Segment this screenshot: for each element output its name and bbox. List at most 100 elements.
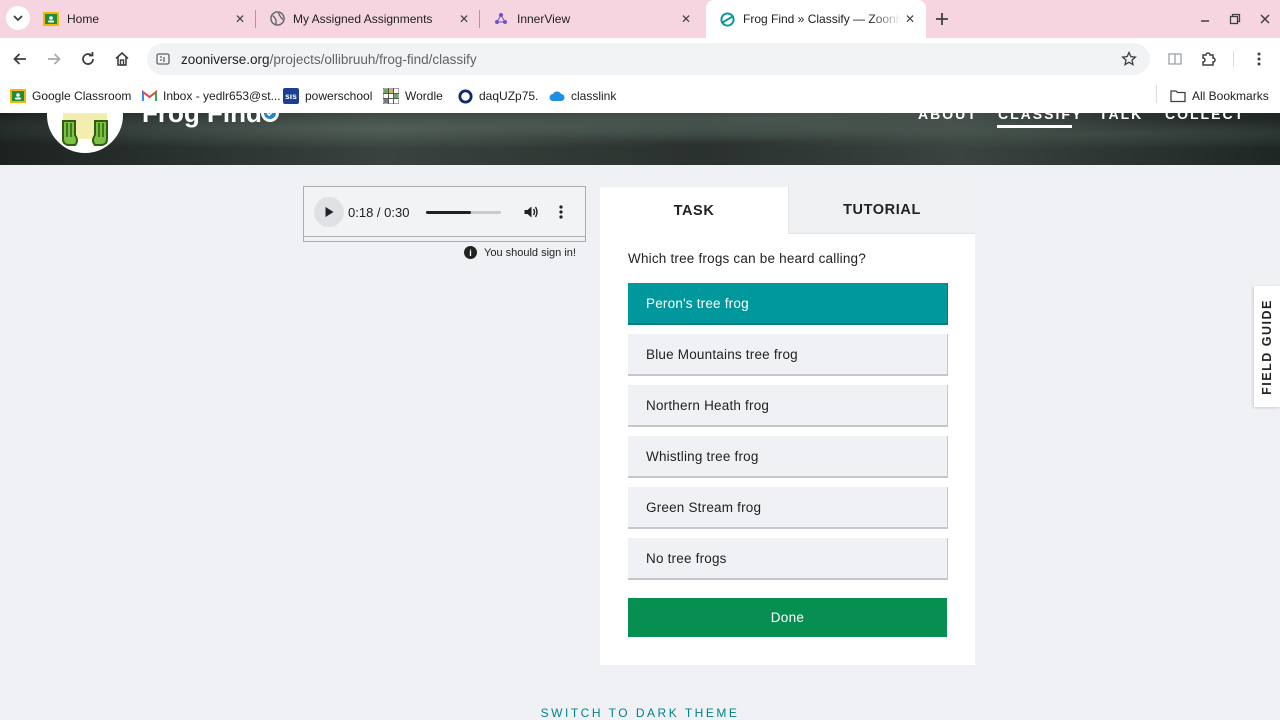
tab-strip: Home ✕ My Assigned Assignments ✕ InnerVi…	[0, 0, 1280, 38]
google-classroom-icon	[43, 11, 59, 27]
volume-icon	[524, 206, 538, 218]
answer-whistling-tree-frog[interactable]: Whistling tree frog	[628, 436, 948, 478]
puzzle-piece-icon	[1202, 52, 1216, 66]
forward-button[interactable]	[42, 47, 66, 71]
close-icon[interactable]: ✕	[678, 11, 694, 27]
url-text: zooniverse.org/projects/ollibruuh/frog-f…	[181, 52, 477, 67]
tab-tutorial[interactable]: TUTORIAL	[788, 187, 975, 234]
bookmarks-separator	[1156, 85, 1157, 103]
tab-title: My Assigned Assignments	[293, 11, 433, 26]
nav-talk[interactable]: TALK	[1099, 113, 1143, 122]
home-button[interactable]	[110, 47, 134, 71]
bookmark-label: Inbox - yedlr653@st...	[163, 89, 281, 103]
reading-mode-button[interactable]	[1163, 47, 1187, 71]
svg-text:SIS: SIS	[285, 93, 297, 101]
subject-viewer: 0:18 / 0:30	[303, 186, 586, 242]
audio-progress-slider[interactable]	[426, 211, 501, 214]
task-tabs: TASK TUTORIAL	[600, 187, 975, 234]
tab-title: Home	[67, 11, 100, 26]
address-bar[interactable]: zooniverse.org/projects/ollibruuh/frog-f…	[147, 43, 1150, 75]
extensions-button[interactable]	[1197, 47, 1221, 71]
close-icon[interactable]: ✕	[232, 11, 248, 27]
tab-task[interactable]: TASK	[600, 187, 788, 234]
tab-search-button[interactable]	[6, 6, 30, 30]
gmail-icon	[141, 88, 157, 104]
answer-blue-mountains-tree-frog[interactable]: Blue Mountains tree frog	[628, 334, 948, 376]
sign-in-notice[interactable]: i You should sign in!	[464, 246, 576, 259]
globe-icon	[269, 11, 285, 27]
home-icon	[115, 51, 129, 66]
reload-icon	[82, 52, 94, 65]
close-icon	[1260, 14, 1270, 24]
back-button[interactable]	[8, 47, 32, 71]
all-bookmarks-label: All Bookmarks	[1192, 89, 1269, 103]
switch-dark-theme-link[interactable]: SWITCH TO DARK THEME	[0, 706, 1280, 720]
toolbar-separator	[1233, 51, 1234, 67]
minimize-icon	[1201, 20, 1209, 22]
sign-in-notice-text: You should sign in!	[484, 246, 576, 259]
answer-perons-tree-frog[interactable]: Peron's tree frog	[628, 283, 948, 325]
tab-title: Frog Find » Classify — Zooniverse	[743, 12, 902, 26]
innerview-icon	[493, 11, 509, 27]
close-icon[interactable]: ✕	[456, 11, 472, 27]
nav-collect[interactable]: COLLECT	[1165, 113, 1245, 122]
nav-about[interactable]: ABOUT	[918, 113, 978, 122]
bookmark-gmail-inbox[interactable]: Inbox - yedlr653@st...	[141, 86, 281, 106]
field-guide-label: FIELD GUIDE	[1260, 298, 1274, 395]
audio-time: 0:18 / 0:30	[348, 205, 410, 220]
bookmark-google-classroom[interactable]: Google Classroom	[10, 86, 131, 106]
bookmark-daquzp75[interactable]: daqUZp75.	[457, 86, 538, 106]
site-info-icon[interactable]	[155, 51, 171, 67]
tab-home[interactable]: Home ✕	[30, 0, 256, 37]
restore-button[interactable]	[1225, 9, 1245, 29]
bookmark-classlink[interactable]: classlink	[549, 86, 616, 106]
audio-player: 0:18 / 0:30	[304, 187, 585, 237]
answer-green-stream-frog[interactable]: Green Stream frog	[628, 487, 948, 529]
chevron-down-icon	[13, 15, 23, 22]
reload-button[interactable]	[76, 47, 100, 71]
tab-title: InnerView	[517, 11, 571, 26]
powerschool-icon: SIS	[283, 88, 299, 104]
bookmark-label: classlink	[571, 89, 617, 103]
forward-arrow-icon	[48, 53, 61, 65]
browser-menu-button[interactable]	[1247, 47, 1271, 71]
nav-classify[interactable]: CLASSIFY	[998, 113, 1083, 122]
bookmark-powerschool[interactable]: SIS powerschool	[283, 86, 372, 106]
wordle-icon	[383, 88, 399, 104]
tab-innerview[interactable]: InnerView ✕	[480, 0, 702, 37]
bookmark-wordle[interactable]: Wordle	[383, 86, 443, 106]
close-icon[interactable]: ✕	[902, 11, 918, 27]
folder-icon	[1170, 88, 1186, 104]
play-icon	[325, 207, 334, 217]
window-close-button[interactable]	[1255, 9, 1275, 29]
done-button[interactable]: Done	[628, 598, 947, 637]
all-bookmarks-button[interactable]: All Bookmarks	[1170, 86, 1269, 106]
google-classroom-icon	[10, 88, 26, 104]
volume-button[interactable]	[522, 203, 540, 221]
minimize-button[interactable]	[1195, 9, 1215, 29]
play-button[interactable]	[314, 197, 344, 227]
field-guide-button[interactable]: FIELD GUIDE	[1254, 286, 1280, 407]
bookmark-star-icon[interactable]	[1120, 50, 1138, 68]
nav-active-underline	[997, 125, 1072, 128]
task-question: Which tree frogs can be heard calling?	[628, 251, 866, 266]
tab-my-assigned-assignments[interactable]: My Assigned Assignments ✕	[256, 0, 480, 37]
bookmark-label: powerschool	[305, 89, 373, 103]
plus-icon	[936, 13, 948, 25]
answer-no-tree-frogs[interactable]: No tree frogs	[628, 538, 948, 580]
bookmark-label: Google Classroom	[32, 89, 132, 103]
zooniverse-icon	[719, 11, 735, 27]
reading-mode-icon	[1168, 53, 1182, 65]
bookmarks-bar: Google Classroom Inbox - yedlr653@st... …	[0, 80, 1280, 113]
new-tab-button[interactable]	[930, 7, 954, 31]
project-nav: ABOUT CLASSIFY TALK COLLECT	[0, 113, 1280, 165]
tab-frog-find-classify[interactable]: Frog Find » Classify — Zooniverse ✕	[706, 0, 926, 38]
bookmark-label: Wordle	[405, 89, 443, 103]
answer-northern-heath-frog[interactable]: Northern Heath frog	[628, 385, 948, 427]
vertical-dots-icon	[559, 205, 563, 219]
vertical-dots-icon	[1257, 52, 1261, 66]
restore-icon	[1229, 13, 1241, 25]
audio-more-options-button[interactable]	[554, 203, 568, 221]
info-icon: i	[464, 246, 477, 259]
circle-icon	[457, 88, 473, 104]
